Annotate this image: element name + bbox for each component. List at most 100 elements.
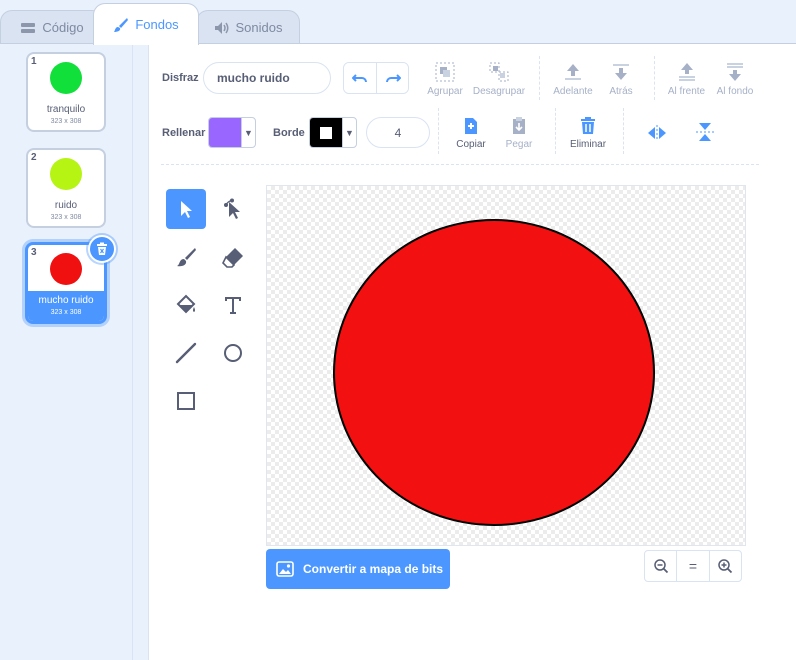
circle-icon — [224, 344, 242, 362]
line-icon — [175, 342, 197, 364]
image-icon — [276, 561, 294, 577]
paste-button[interactable]: Pegar — [499, 116, 539, 150]
trash-icon — [581, 117, 595, 134]
undo-button[interactable] — [344, 63, 376, 93]
convert-label: Convertir a mapa de bits — [303, 562, 444, 576]
code-icon — [20, 20, 36, 36]
group-button[interactable]: Agrupar — [425, 61, 465, 97]
costume-item[interactable]: 2 ruido 323 x 308 — [26, 148, 106, 228]
costume-name: mucho ruido — [38, 295, 94, 306]
zoom-reset-button[interactable]: = — [676, 551, 708, 581]
text-icon — [225, 297, 241, 314]
fill-label: Rellenar — [162, 127, 206, 139]
bring-to-front-button[interactable]: Al frente — [664, 61, 709, 97]
ungroup-icon — [489, 62, 509, 82]
select-tool[interactable] — [166, 189, 206, 229]
zoom-in-icon — [718, 559, 733, 574]
zoom-controls: = — [644, 550, 742, 582]
costume-size: 323 x 308 — [50, 309, 82, 316]
brush-tool[interactable] — [166, 237, 206, 277]
eraser-icon — [222, 248, 243, 268]
eraser-tool[interactable] — [213, 237, 253, 277]
costume-thumbnail — [50, 253, 82, 285]
costume-label: Disfraz — [162, 72, 199, 84]
backward-label: Atrás — [609, 86, 633, 97]
flip-horizontal-icon — [648, 125, 666, 141]
ungroup-label: Desagrupar — [472, 86, 526, 97]
divider — [438, 108, 439, 154]
divider — [555, 108, 556, 154]
outline-width-input[interactable]: 4 — [366, 117, 430, 148]
outline-width-value: 4 — [394, 125, 402, 140]
brush-icon — [177, 248, 196, 267]
convert-to-bitmap-button[interactable]: Convertir a mapa de bits — [266, 549, 450, 589]
red-circle-shape[interactable] — [333, 219, 655, 526]
paint-bucket-icon — [176, 294, 196, 314]
zoom-in-button[interactable] — [708, 551, 741, 581]
reshape-tool[interactable] — [213, 189, 253, 229]
divider — [654, 56, 655, 100]
tab-code-label: Código — [42, 20, 84, 35]
divider — [623, 108, 624, 154]
reshape-icon — [224, 198, 240, 219]
outline-color-picker[interactable]: ▼ — [309, 117, 357, 148]
delete-costume-button[interactable] — [88, 235, 116, 263]
tab-sounds[interactable]: Sonidos — [196, 10, 300, 44]
copy-label: Copiar — [456, 139, 486, 150]
rectangle-tool[interactable] — [166, 381, 206, 421]
speaker-icon — [214, 20, 230, 36]
costume-number: 2 — [31, 152, 37, 163]
backward-button[interactable]: Atrás — [601, 61, 641, 97]
costume-name: tranquilo — [46, 104, 86, 115]
zoom-out-button[interactable] — [645, 551, 676, 581]
costume-name-input[interactable]: mucho ruido — [203, 62, 331, 94]
send-to-back-button[interactable]: Al fondo — [712, 61, 758, 97]
fill-tool[interactable] — [166, 285, 206, 325]
costume-thumbnail — [50, 62, 82, 94]
fill-color-picker[interactable]: ▼ — [208, 117, 256, 148]
tab-backdrops-label: Fondos — [135, 17, 179, 32]
ungroup-button[interactable]: Desagrupar — [471, 61, 527, 97]
group-label: Agrupar — [427, 86, 463, 97]
outline-color-swatch — [310, 118, 342, 147]
costume-number: 3 — [31, 247, 37, 258]
line-tool[interactable] — [166, 333, 206, 373]
rectangle-icon — [177, 392, 195, 410]
bring-to-front-icon — [678, 63, 695, 81]
delete-button[interactable]: Eliminar — [565, 116, 611, 150]
text-tool[interactable] — [213, 285, 253, 325]
redo-icon — [385, 74, 401, 83]
tab-sounds-label: Sonidos — [235, 20, 283, 35]
trash-icon — [97, 242, 107, 255]
costume-name-value: mucho ruido — [217, 71, 290, 85]
costume-item[interactable]: 1 tranquilo 323 x 308 — [26, 52, 106, 132]
circle-tool[interactable] — [213, 333, 253, 373]
send-to-back-label: Al fondo — [716, 86, 754, 97]
costume-size: 323 x 308 — [50, 214, 82, 221]
group-icon — [435, 62, 455, 82]
chevron-down-icon: ▼ — [241, 118, 255, 147]
paint-editor: Disfraz mucho ruido Agrupar Desagrupar A… — [148, 43, 796, 660]
copy-icon — [465, 118, 477, 134]
zoom-out-icon — [653, 559, 668, 574]
delete-label: Eliminar — [569, 139, 607, 150]
outline-label: Borde — [273, 127, 305, 139]
forward-button[interactable]: Adelante — [549, 61, 597, 97]
costume-list: 1 tranquilo 323 x 308 2 ruido 323 x 308 … — [0, 43, 133, 660]
divider — [539, 56, 540, 100]
flip-horizontal-button[interactable] — [645, 124, 669, 142]
tab-code[interactable]: Código — [0, 10, 104, 44]
paste-label: Pegar — [505, 139, 533, 150]
costume-item-selected[interactable]: 3 mucho ruido 323 x 308 — [25, 235, 116, 324]
flip-vertical-button[interactable] — [693, 121, 717, 143]
flip-vertical-icon — [696, 123, 714, 141]
arrow-cursor-icon — [181, 201, 192, 218]
redo-button[interactable] — [376, 63, 408, 93]
bring-to-front-label: Al frente — [667, 86, 706, 97]
tab-backdrops[interactable]: Fondos — [93, 3, 199, 45]
copy-button[interactable]: Copiar — [449, 116, 493, 150]
drawing-canvas[interactable] — [266, 185, 746, 546]
undo-icon — [352, 74, 367, 83]
forward-icon — [565, 64, 581, 80]
chevron-down-icon: ▼ — [342, 118, 356, 147]
